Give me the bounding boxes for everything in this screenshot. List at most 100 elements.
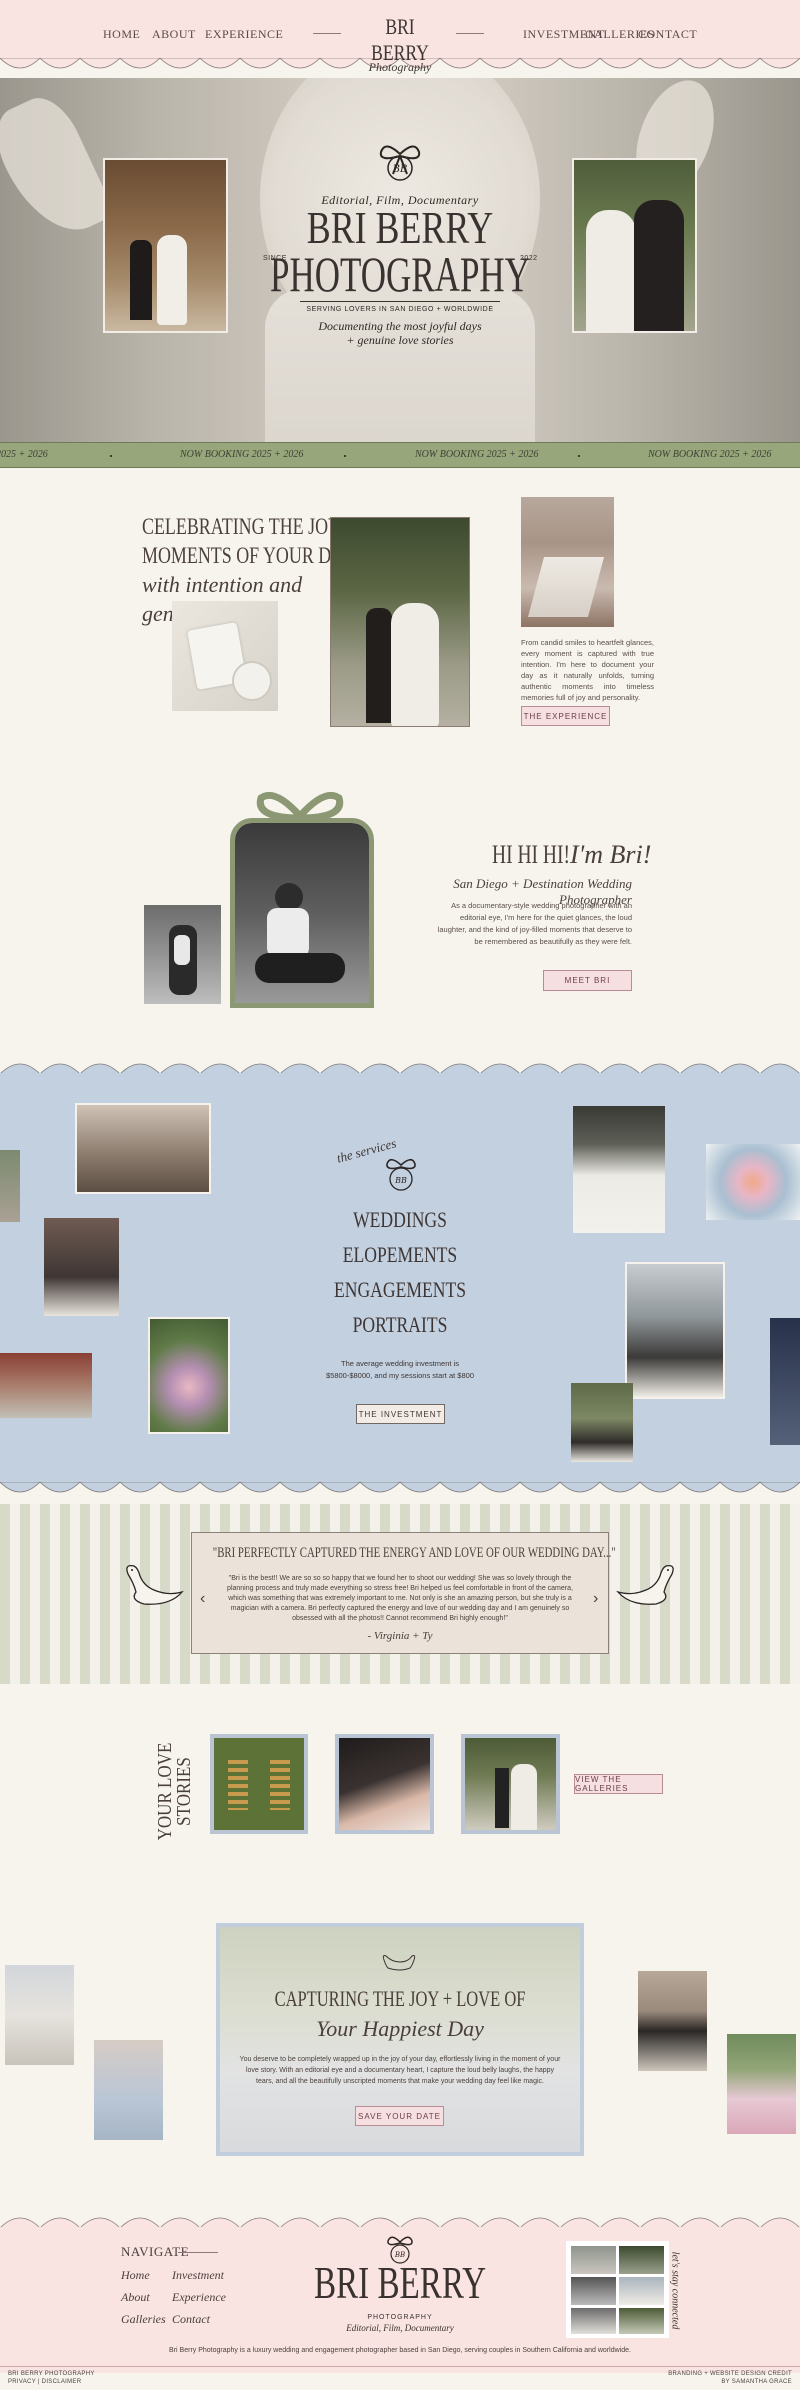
celebrate-line-3: with intention and	[142, 572, 303, 597]
story-card-2[interactable]	[335, 1734, 434, 1834]
footer-link-experience[interactable]: Experience	[172, 2290, 226, 2305]
ticker-dot	[110, 455, 112, 457]
cta-title-1: CAPTURING THE JOY + LOVE OF	[274, 1986, 526, 2011]
celebrate-photo-couple	[330, 517, 470, 727]
services-photo-veil	[573, 1106, 665, 1233]
services-photo-edge-right	[770, 1318, 800, 1445]
footer-side-script: let's stay connected	[669, 2251, 681, 2330]
ticker-dot	[578, 455, 580, 457]
footer-logo-tag: Editorial, Film, Documentary	[346, 2323, 454, 2333]
footer-credit-2[interactable]: BY SAMANTHA GRACE	[582, 2379, 792, 2385]
cta-swans-icon	[382, 1955, 416, 1971]
service-engagements[interactable]: ENGAGEMENTS	[320, 1277, 480, 1303]
footer-photo-grid[interactable]	[566, 2241, 669, 2338]
ticker-item-3: NOW BOOKING 2025 + 2026	[415, 449, 539, 460]
bow-icon: BB	[379, 145, 421, 181]
services-text-1: The average wedding investment is	[341, 1359, 459, 1368]
story-card-1[interactable]	[210, 1734, 308, 1834]
meet-bri-button[interactable]: MEET BRI	[543, 970, 632, 991]
hero-serving: SERVING LOVERS IN SAN DIEGO + WORLDWIDE	[306, 306, 494, 313]
testimonial-next-button[interactable]: ›	[593, 1590, 598, 1608]
services-photo-florals	[148, 1317, 230, 1434]
services-photo-edge-left	[0, 1150, 20, 1222]
svg-text:BB: BB	[392, 164, 408, 175]
cta-photo-left-2	[94, 2040, 163, 2140]
service-elopements[interactable]: ELOPEMENTS	[320, 1242, 480, 1268]
services-scallop-bottom	[0, 1482, 800, 1493]
footer-copy-2[interactable]: PRIVACY | DISCLAIMER	[8, 2379, 81, 2385]
services-photo-garden	[571, 1383, 633, 1462]
footer-link-investment[interactable]: Investment	[172, 2268, 224, 2283]
footer-copy-1: BRI BERRY PHOTOGRAPHY	[8, 2371, 95, 2377]
services-photo-city	[625, 1262, 725, 1399]
hero-title-2: PHOTOGRAPHY	[270, 246, 530, 302]
about-im: I'm Bri!	[570, 840, 652, 869]
footer-credit-1[interactable]: BRANDING + WEBSITE DESIGN CREDIT	[582, 2371, 792, 2377]
nav-experience[interactable]: EXPERIENCE	[205, 27, 283, 42]
nav-home[interactable]: HOME	[103, 27, 140, 42]
footer-link-home[interactable]: Home	[121, 2268, 150, 2283]
ticker-dot	[344, 455, 346, 457]
footer-scallop-top	[0, 2217, 800, 2228]
hero-year: 2022	[520, 255, 538, 262]
experience-button[interactable]: THE EXPERIENCE	[521, 706, 610, 726]
about-hi: HI HI HI!	[492, 840, 570, 869]
swan-icon-right	[616, 1565, 674, 1605]
nav-contact[interactable]: CONTACT	[638, 27, 697, 42]
testimonial-title: "BRI PERFECTLY CAPTURED THE ENERGY AND L…	[212, 1545, 616, 1561]
swan-icon-left	[126, 1565, 184, 1605]
hero-photo-left	[103, 158, 228, 333]
ticker-item-1: 2025 + 2026	[0, 449, 48, 460]
footer-link-about[interactable]: About	[121, 2290, 150, 2305]
cta-title-2: Your Happiest Day	[316, 2016, 484, 2041]
celebrate-line-2: MOMENTS OF YOUR DAY	[142, 543, 356, 568]
footer-logo-sub: PHOTOGRAPHY	[367, 2314, 433, 2321]
cta-photo-right-2	[727, 2034, 796, 2134]
ticker-item-2: NOW BOOKING 2025 + 2026	[180, 449, 304, 460]
hero-title-1: BRI BERRY	[306, 202, 494, 253]
nav-divider-left	[313, 33, 341, 34]
header-logo-main: BRI BERRY	[371, 14, 429, 65]
cta-photo-left-1	[5, 1965, 74, 2065]
testimonial-author: - Virginia + Ty	[367, 1630, 433, 1642]
cta-body: You deserve to be completely wrapped up …	[239, 2056, 561, 2085]
ticker-item-4: NOW BOOKING 2025 + 2026	[648, 449, 772, 460]
service-weddings[interactable]: WEDDINGS	[320, 1207, 480, 1233]
celebrate-body: From candid smiles to heartfelt glances,…	[521, 638, 654, 702]
hero-script-1: Documenting the most joyful days	[318, 319, 482, 333]
stories-title-2: STORIES	[172, 1757, 195, 1826]
footer-tagline: Bri Berry Photography is a luxury weddin…	[169, 2347, 631, 2354]
header-logo[interactable]: BRI BERRY Photography	[350, 14, 450, 75]
footer-logo-main: BRI BERRY	[313, 2257, 487, 2308]
investment-button[interactable]: THE INVESTMENT	[356, 1404, 445, 1424]
nav-about[interactable]: ABOUT	[152, 27, 196, 42]
save-date-button[interactable]: SAVE YOUR DATE	[355, 2106, 444, 2126]
view-galleries-button[interactable]: VIEW THE GALLERIES	[574, 1774, 663, 1794]
footer-link-contact[interactable]: Contact	[172, 2312, 210, 2327]
services-photo-bouquet	[706, 1144, 800, 1220]
services-photo-group	[44, 1218, 119, 1316]
service-portraits[interactable]: PORTRAITS	[320, 1312, 480, 1338]
footer-link-galleries[interactable]: Galleries	[121, 2312, 166, 2327]
testimonial-body: "Bri is the best!! We are so so so happy…	[227, 1575, 573, 1622]
story-card-3[interactable]	[461, 1734, 560, 1834]
celebrate-photo-reception	[521, 497, 614, 627]
services-text-2: $5800-$8000, and my sessions start at $8…	[325, 1371, 474, 1380]
celebrate-photo-table	[172, 601, 278, 711]
services-photo-street	[0, 1353, 92, 1418]
about-body: As a documentary-style wedding photograp…	[437, 901, 632, 946]
nav-divider-right	[456, 33, 484, 34]
footer-navigate-line	[178, 2252, 218, 2253]
cta-photo-right-1	[638, 1971, 707, 2071]
about-photo-main	[230, 818, 374, 1008]
about-photo-small	[144, 905, 221, 1004]
footer-bottom-bar	[0, 2366, 800, 2367]
hero-script-2: + genuine love stories	[346, 333, 454, 347]
services-bow-icon: BB	[386, 1158, 416, 1191]
services-scallop-top	[0, 1063, 800, 1074]
hero-divider	[300, 301, 500, 302]
testimonial-prev-button[interactable]: ‹	[200, 1590, 205, 1608]
svg-text:BB: BB	[394, 1176, 407, 1185]
hero-photo-right	[572, 158, 697, 333]
services-photo-dining	[75, 1103, 211, 1194]
